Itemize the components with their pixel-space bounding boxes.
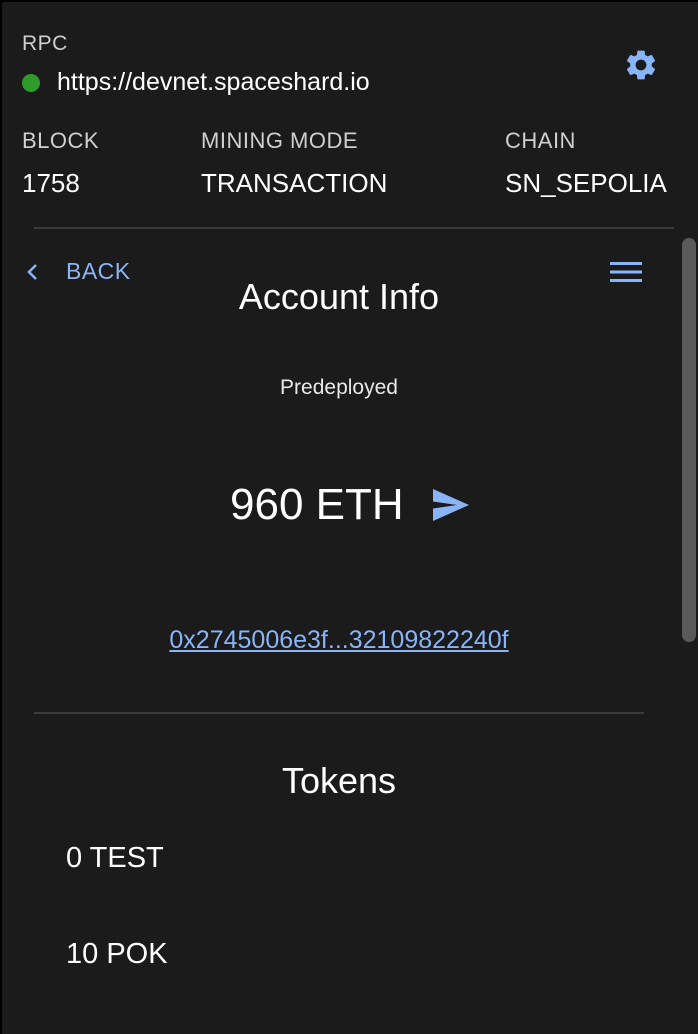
account-type: Predeployed [280,376,398,399]
stat-block: BLOCK 1758 [22,128,99,199]
extension-window: RPC https://devnet.spaceshard.io BLOCK 1… [0,0,698,1034]
balance-row: 960 ETH [230,480,470,530]
eth-balance: 960 ETH [230,480,404,529]
tokens-title: Tokens [281,760,397,801]
header-divider [34,227,674,229]
rpc-status-row: https://devnet.spaceshard.io [22,68,370,97]
stat-block-label: BLOCK [22,128,100,153]
rpc-label: RPC [22,32,68,55]
account-address-link[interactable]: 0x2745006e3f...32109822240f [2,626,676,655]
stat-block-value: 1758 [22,168,80,198]
stat-mining-mode-value: TRANSACTION [201,168,388,198]
gear-icon[interactable] [623,47,659,83]
network-stats: BLOCK 1758 MINING MODE TRANSACTION CHAIN… [2,128,698,198]
token-item: 0 TEST [66,842,164,874]
stat-mining-mode-label: MINING MODE [201,128,359,153]
account-panel: BACK Account Info Predeployed 960 ETH 0x… [2,230,698,1034]
stat-mining-mode: MINING MODE TRANSACTION [201,128,387,199]
stat-chain-value: SN_SEPOLIA [505,168,667,198]
connection-status-icon [22,73,40,92]
page-title: Account Info [238,276,440,317]
stat-chain: CHAIN SN_SEPOLIA [505,128,667,199]
section-divider [34,712,644,714]
scrollbar-thumb[interactable] [682,238,696,642]
send-icon[interactable] [432,488,470,522]
stat-chain-label: CHAIN [505,128,576,153]
token-item: 10 POK [66,938,168,970]
rpc-url: https://devnet.spaceshard.io [57,68,370,96]
